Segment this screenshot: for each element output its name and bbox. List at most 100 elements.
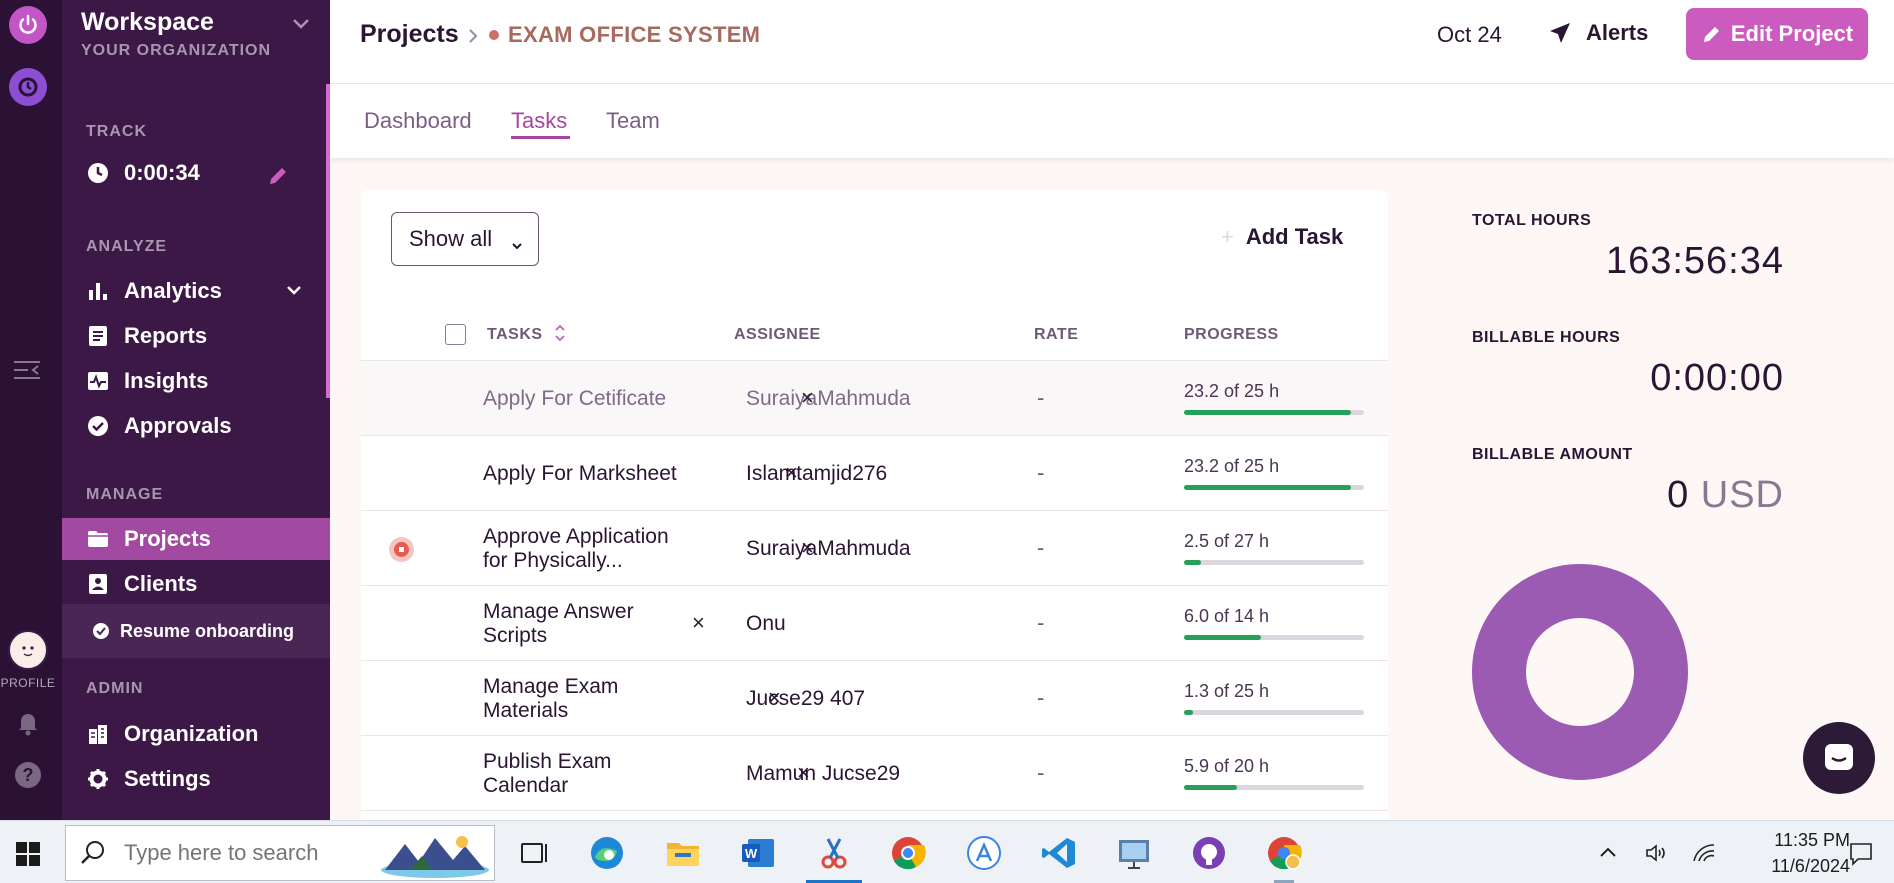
remove-assignee-icon[interactable]: × (801, 535, 814, 561)
edit-timer-icon[interactable] (266, 164, 290, 188)
table-row[interactable]: Apply For Cetificate SuraiyaMahmuda × - 23.2… (361, 361, 1388, 436)
edge-browser-icon[interactable] (587, 833, 627, 873)
sidebar-item-organization[interactable]: Organization (62, 713, 330, 755)
select-all-checkbox[interactable] (445, 324, 466, 345)
volume-icon[interactable] (1644, 841, 1668, 865)
table-row[interactable]: Publish Exam Calendar Mamun Jucse29 × - 5.9 … (361, 736, 1388, 811)
task-assignee[interactable]: SuraiyaMahmuda (746, 511, 911, 586)
notifications-icon[interactable] (1848, 841, 1874, 867)
tab-dashboard[interactable]: Dashboard (364, 108, 472, 134)
sidebar-item-reports[interactable]: Reports (62, 315, 330, 357)
edit-project-button[interactable]: Edit Project (1686, 8, 1868, 60)
sidebar-item-settings[interactable]: Settings (62, 758, 330, 800)
wifi-icon[interactable] (1692, 841, 1716, 865)
task-name[interactable]: Publish Exam Calendar (483, 736, 693, 811)
app-rail: PROFILE ? (0, 0, 62, 820)
resume-onboarding-button[interactable]: Resume onboarding (62, 604, 330, 658)
remove-assignee-icon[interactable]: × (692, 610, 705, 636)
tab-team[interactable]: Team (606, 108, 660, 134)
power-icon[interactable] (9, 6, 47, 44)
timer-app-icon[interactable] (9, 68, 47, 106)
remove-assignee-icon[interactable]: × (801, 385, 814, 411)
search-input[interactable] (124, 840, 374, 866)
contact-card-icon (86, 572, 110, 596)
add-task-button[interactable]: + Add Task (1221, 224, 1343, 250)
folder-icon (86, 527, 110, 551)
chevron-down-icon[interactable] (284, 280, 304, 300)
table-row[interactable]: Manage Answer Scripts Onu × - 6.0 of 14 h (361, 586, 1388, 661)
column-tasks[interactable]: TASKS (487, 326, 543, 344)
sidebar-item-insights[interactable]: Insights (62, 360, 330, 402)
chat-icon (1825, 744, 1853, 770)
task-assignee[interactable]: Onu (746, 586, 786, 661)
task-view-icon[interactable] (515, 833, 555, 873)
plus-icon: + (1221, 224, 1234, 249)
document-icon (86, 324, 110, 348)
chevron-right-icon (466, 26, 480, 46)
collapse-sidebar-icon[interactable] (12, 358, 42, 382)
avatar[interactable] (8, 630, 48, 670)
breadcrumb-projects[interactable]: Projects (360, 20, 459, 49)
task-name[interactable]: Apply For Cetificate (483, 361, 693, 436)
task-assignee[interactable]: Mamun Jucse29 (746, 736, 900, 811)
chrome-icon[interactable] (888, 833, 928, 873)
task-name[interactable]: Apply For Marksheet (483, 436, 693, 511)
task-name[interactable]: Approve Application for Physically... (483, 511, 693, 586)
clock-time: 11:35 PM (1774, 830, 1850, 850)
chrome-profile-icon[interactable] (1264, 833, 1304, 883)
stop-timer-icon[interactable] (389, 537, 414, 562)
table-row[interactable]: Apply For Marksheet Islamtamjid276 × - 23.2 … (361, 436, 1388, 511)
task-name[interactable]: Manage Answer Scripts (483, 586, 693, 661)
billable-amount-value: 0 USD (1667, 474, 1784, 517)
task-rate: - (1037, 385, 1045, 410)
windows-start-icon[interactable] (16, 842, 40, 866)
pulse-icon (86, 369, 110, 393)
task-name[interactable]: Manage Exam Materials (483, 661, 693, 736)
file-explorer-icon[interactable] (663, 833, 703, 873)
date-label[interactable]: Oct 24 (1437, 22, 1502, 48)
sort-icon[interactable] (553, 322, 567, 344)
show-hidden-icons-icon[interactable] (1596, 841, 1620, 865)
sidebar-item-projects[interactable]: Projects (62, 518, 330, 560)
add-task-label: Add Task (1245, 224, 1344, 249)
bar-chart-icon (86, 279, 110, 303)
sidebar-item-approvals[interactable]: Approvals (62, 405, 330, 447)
task-assignee[interactable]: SuraiyaMahmuda (746, 361, 911, 436)
help-icon[interactable]: ? (15, 762, 41, 788)
bell-icon[interactable] (16, 710, 40, 736)
snipping-tool-icon[interactable] (806, 833, 862, 883)
task-filter-dropdown[interactable]: Show all (391, 212, 539, 266)
remove-assignee-icon[interactable]: × (768, 685, 781, 711)
chevron-down-icon[interactable] (290, 12, 312, 34)
building-icon (86, 722, 110, 746)
workspace-name[interactable]: Workspace (81, 8, 214, 37)
tab-tasks[interactable]: Tasks (511, 108, 567, 134)
task-progress-text: 5.9 of 20 h (1184, 756, 1270, 776)
timer-value: 0:00:34 (124, 160, 200, 185)
app-store-icon[interactable] (964, 833, 1004, 873)
project-color-dot (489, 30, 499, 40)
taskbar-search[interactable] (65, 825, 495, 881)
system-clock[interactable]: 11:35 PM 11/6/2024 (1730, 827, 1850, 879)
word-icon[interactable]: W (738, 833, 778, 873)
task-assignee[interactable]: Islamtamjid276 (746, 436, 887, 511)
table-row[interactable]: Approve Application for Physically... Sur… (361, 511, 1388, 586)
chat-support-button[interactable] (1803, 722, 1875, 794)
table-row[interactable]: Manage Exam Materials Jucse29 407 × - 1.3 of… (361, 661, 1388, 736)
task-progress-text: 23.2 of 25 h (1184, 456, 1280, 476)
running-timer[interactable]: 0:00:34 (86, 160, 200, 186)
alerts-button[interactable]: Alerts (1548, 20, 1648, 46)
github-icon[interactable] (1189, 833, 1229, 873)
task-rate: - (1037, 760, 1045, 785)
gear-icon (86, 767, 110, 791)
sidebar-item-clients[interactable]: Clients (62, 563, 330, 605)
task-assignee[interactable]: Jucse29 407 (746, 661, 865, 736)
remove-assignee-icon[interactable]: × (785, 460, 798, 486)
remove-assignee-icon[interactable]: × (797, 760, 810, 786)
presentation-app-icon[interactable] (1114, 833, 1154, 873)
tasks-card: Show all + Add Task TASKS ASSIGNEE RATE … (361, 190, 1388, 830)
check-circle-icon (92, 622, 110, 640)
profile-label[interactable]: PROFILE (0, 676, 56, 690)
page-header: Projects EXAM OFFICE SYSTEM Oct 24 Alert… (330, 0, 1894, 84)
vscode-icon[interactable] (1039, 833, 1079, 873)
